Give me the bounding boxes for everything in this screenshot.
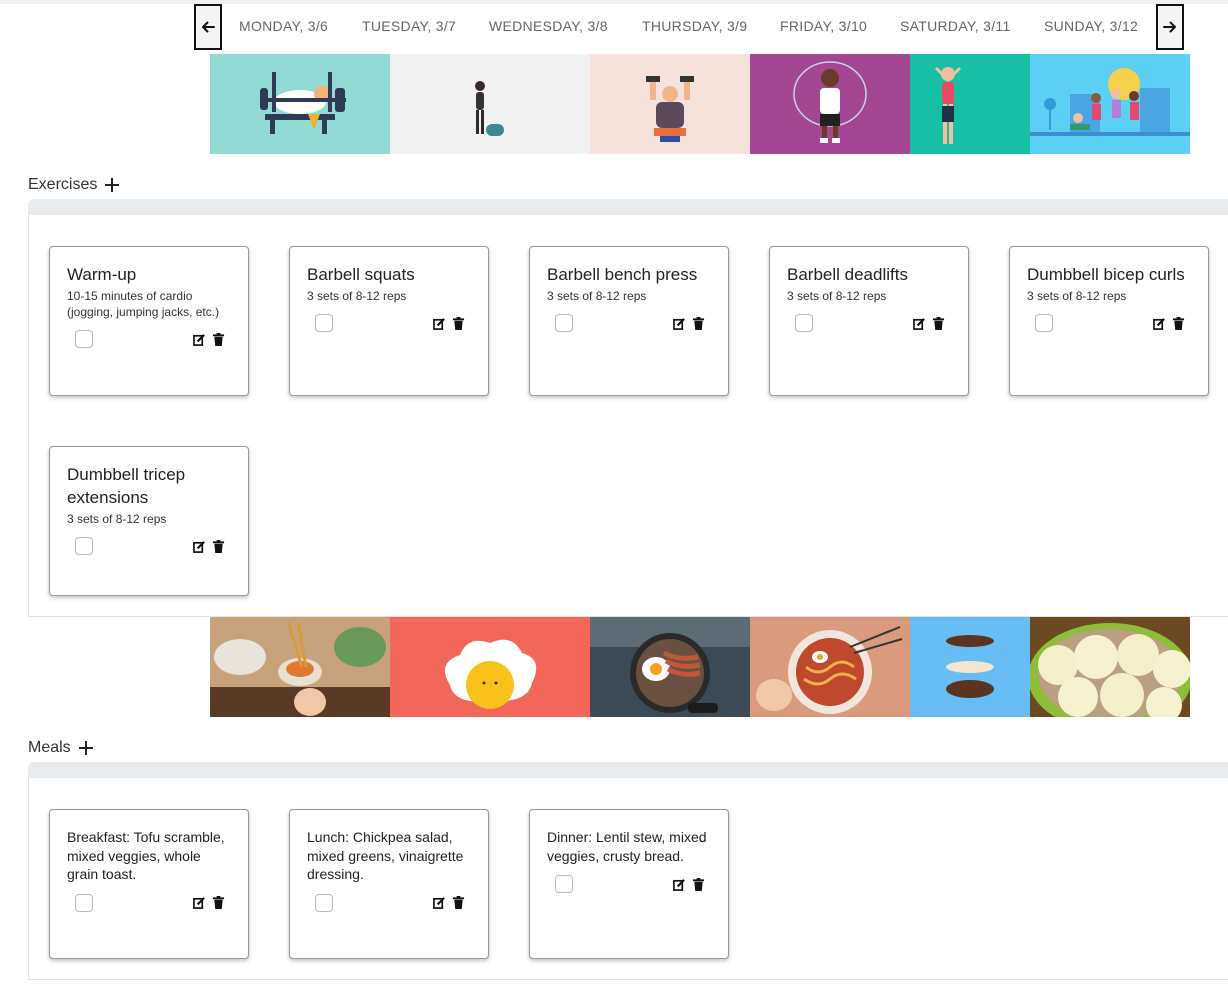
edit-icon[interactable] [193,333,206,346]
meal-text: Lunch: Chickpea salad, mixed greens, vin… [307,829,464,882]
exercises-scrollbar[interactable] [28,199,1228,215]
trash-icon[interactable] [1172,316,1185,330]
edit-icon[interactable] [433,317,446,330]
next-week-button[interactable] [1156,4,1184,50]
day-tab-thursday[interactable]: THURSDAY, 3/9 [642,18,747,34]
plus-icon [105,178,120,192]
arrow-right-icon [1163,21,1176,33]
trash-icon[interactable] [212,539,225,553]
meal-card: Dinner: Lentil stew, mixed veggies, crus… [529,809,729,959]
trash-icon[interactable] [452,896,465,909]
group-workout-illustration [1030,54,1190,154]
day-tab-friday[interactable]: FRIDAY, 3/10 [780,18,867,34]
add-exercise-button[interactable] [105,177,120,193]
day-tab-tuesday[interactable]: TUESDAY, 3/7 [362,18,456,34]
exercise-detail: 10-15 minutes of cardio (jogging, jumpin… [67,289,220,319]
meal-text: Breakfast: Tofu scramble, mixed veggies,… [67,829,225,882]
exercise-complete-checkbox[interactable] [315,314,333,332]
trash-icon[interactable] [692,877,705,891]
exercise-title: Warm-up [67,265,137,284]
exercise-card: Warm-up 10-15 minutes of cardio (jogging… [49,246,249,396]
dumbbell-press-illustration [590,54,750,154]
day-tab-wednesday[interactable]: WEDNESDAY, 3/8 [489,18,608,34]
exercise-complete-checkbox[interactable] [555,314,573,332]
exercise-title: Barbell bench press [547,265,698,284]
exercise-card: Barbell squats 3 sets of 8-12 reps [289,246,489,396]
edit-icon[interactable] [673,317,686,330]
meal-text: Dinner: Lentil stew, mixed veggies, crus… [547,829,707,864]
meal-complete-checkbox[interactable] [75,893,93,912]
edit-icon[interactable] [673,878,686,891]
edit-icon[interactable] [1153,317,1166,330]
prev-week-button[interactable] [194,4,222,50]
ramen-bowl-illustration [750,617,910,717]
exercise-detail: 3 sets of 8-12 reps [1027,289,1127,303]
edit-icon[interactable] [193,540,206,553]
exercise-complete-checkbox[interactable] [1035,314,1053,332]
plus-icon [78,741,93,755]
meals-heading: Meals [28,739,93,757]
trash-icon[interactable] [452,316,465,330]
meal-complete-checkbox[interactable] [555,875,573,893]
noodle-cooking-illustration [210,617,390,717]
edit-icon[interactable] [913,317,926,330]
exercises-title: Exercises [28,176,98,193]
exercise-complete-checkbox[interactable] [795,314,813,332]
trash-icon[interactable] [212,896,225,909]
exercise-detail: 3 sets of 8-12 reps [307,289,407,303]
exercise-card: Barbell bench press 3 sets of 8-12 reps [529,246,729,396]
exercise-complete-checkbox[interactable] [75,537,93,555]
day-tab-monday[interactable]: MONDAY, 3/6 [239,18,328,34]
exercise-card: Dumbbell tricep extensions 3 sets of 8-1… [49,446,249,596]
bench-press-illustration [210,54,390,154]
exercise-title: Barbell deadlifts [787,265,908,284]
meals-title: Meals [28,739,71,756]
trash-icon[interactable] [212,332,225,346]
bacon-and-egg-pan-illustration [590,617,750,717]
trash-icon[interactable] [932,316,945,330]
meal-card: Breakfast: Tofu scramble, mixed veggies,… [49,809,249,959]
edit-icon[interactable] [193,896,206,909]
stretching-illustration [910,54,1030,154]
add-meal-button[interactable] [78,740,93,756]
meals-scrollbar[interactable] [28,762,1228,778]
exercise-detail: 3 sets of 8-12 reps [787,289,887,303]
exercises-heading: Exercises [28,176,120,194]
jump-rope-illustration [750,54,910,154]
trash-icon[interactable] [692,316,705,330]
arrow-left-icon [202,21,215,33]
day-tab-saturday[interactable]: SATURDAY, 3/11 [900,18,1011,34]
fried-egg-illustration [390,617,590,717]
exercise-detail: 3 sets of 8-12 reps [67,512,167,526]
top-bar [0,0,1228,4]
burger-stack-illustration [910,617,1030,717]
exercise-detail: 3 sets of 8-12 reps [547,289,647,303]
exercise-title: Dumbbell bicep curls [1027,265,1185,284]
yoga-mat-illustration [390,54,590,154]
meal-complete-checkbox[interactable] [315,893,333,912]
exercise-card: Barbell deadlifts 3 sets of 8-12 reps [769,246,969,396]
meal-card: Lunch: Chickpea salad, mixed greens, vin… [289,809,489,959]
dumplings-illustration [1030,617,1190,717]
exercise-title: Barbell squats [307,265,415,284]
exercise-complete-checkbox[interactable] [75,330,93,348]
edit-icon[interactable] [433,896,446,909]
day-tab-sunday[interactable]: SUNDAY, 3/12 [1044,18,1138,34]
exercise-title: Dumbbell tricep extensions [67,465,186,507]
exercise-card: Dumbbell bicep curls 3 sets of 8-12 reps [1009,246,1209,396]
